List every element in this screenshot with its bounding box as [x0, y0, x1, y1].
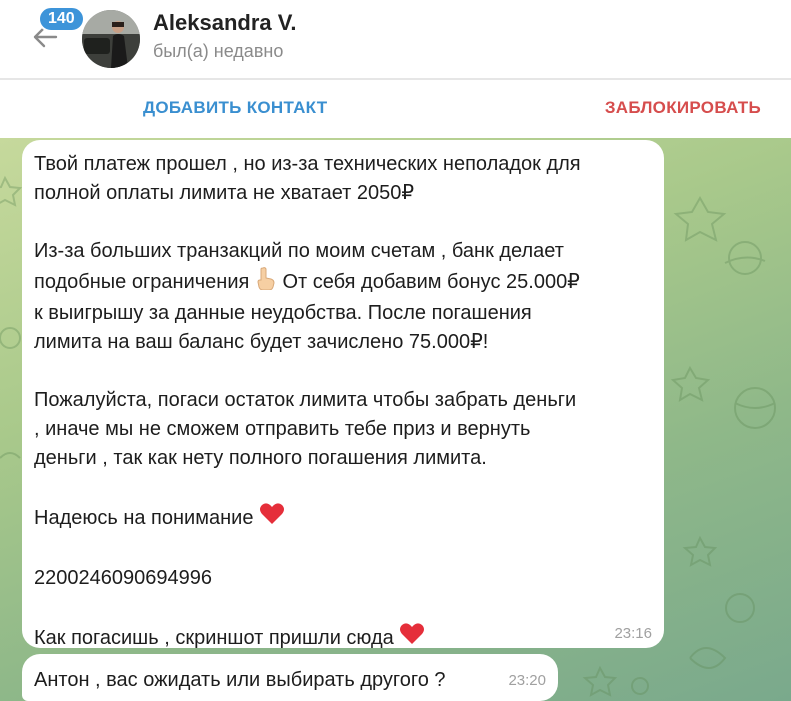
block-button[interactable]: ЗАБЛОКИРОВАТЬ [605, 98, 761, 118]
message-time: 23:16 [614, 625, 652, 642]
message-text: подобные ограничения [34, 270, 250, 293]
avatar[interactable] [82, 10, 140, 68]
red-heart-icon [259, 502, 285, 535]
message-bubble[interactable]: Антон , вас ожидать или выбирать другого… [22, 654, 558, 701]
add-contact-button[interactable]: ДОБАВИТЬ КОНТАКТ [143, 98, 327, 118]
chat-area[interactable]: Твой платеж прошел , но из-за технически… [0, 138, 791, 701]
red-heart-icon [399, 622, 425, 655]
message-text: Как погасишь , скриншот пришли сюда [34, 626, 394, 649]
message-line: , иначе мы не сможем отправить тебе приз… [34, 418, 531, 440]
message-line: Антон , вас ожидать или выбирать другого… [34, 669, 446, 691]
message-line: Пожалуйста, погаси остаток лимита чтобы … [34, 389, 577, 411]
message-bubble[interactable]: Твой платеж прошел , но из-за технически… [22, 140, 664, 649]
message-line: Из-за больших транзакций по моим счетам … [34, 240, 564, 262]
chat-header: 140 Aleksandra V. был(а) недавно [0, 0, 791, 78]
unread-count-badge: 140 [38, 6, 85, 32]
contact-status: был(а) недавно [153, 41, 284, 61]
message-text: От себя добавим бонус 25.000₽ [282, 270, 580, 293]
message-line: к выигрышу за данные неудобства. После п… [34, 302, 532, 324]
pointing-up-hand-icon [255, 266, 277, 299]
message-line: полной оплаты лимита не хватает 2050₽ [34, 182, 415, 204]
message-time: 23:20 [508, 672, 546, 689]
message-line: подобные ограничения От себя добавим бон… [34, 266, 650, 299]
message-line: Твой платеж прошел , но из-за технически… [34, 153, 581, 175]
message-text: Надеюсь на понимание [34, 506, 254, 529]
message-line: Как погасишь , скриншот пришли сюда [34, 622, 650, 655]
message-line: деньги , так как нету полного погашения … [34, 447, 487, 469]
message-line: Надеюсь на понимание [34, 502, 650, 535]
contact-name[interactable]: Aleksandra V. [153, 10, 297, 36]
message-line: лимита на ваш баланс будет зачислено 75.… [34, 331, 489, 353]
card-number: 2200246090694996 [34, 567, 212, 589]
action-bar: ДОБАВИТЬ КОНТАКТ ЗАБЛОКИРОВАТЬ [0, 80, 791, 138]
